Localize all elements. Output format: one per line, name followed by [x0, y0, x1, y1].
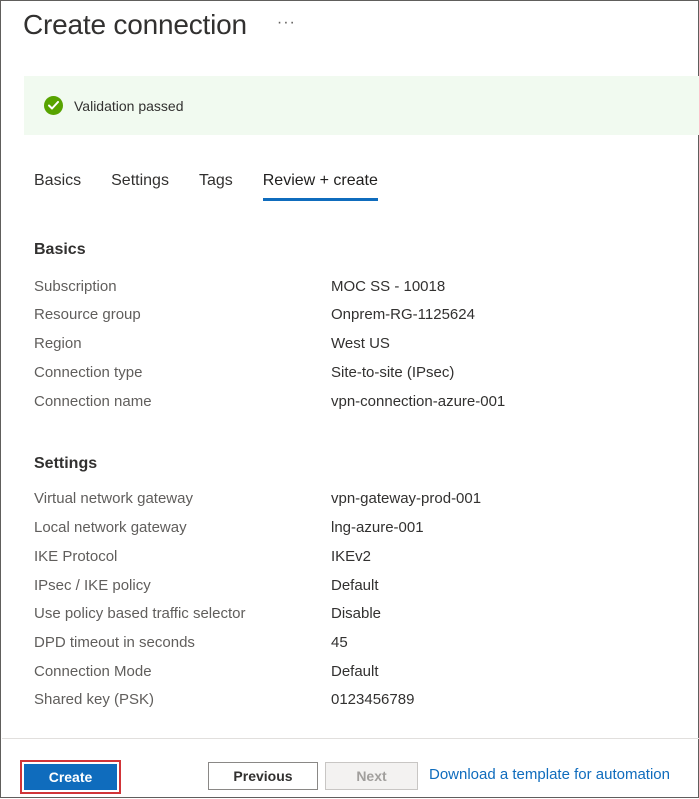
row-value: Default	[331, 663, 379, 680]
row-label: Shared key (PSK)	[34, 691, 155, 708]
row-value: vpn-connection-azure-001	[331, 393, 506, 410]
row-value: Default	[331, 577, 379, 594]
summary-row-local-network-gateway: Local network gateway lng-azure-001	[34, 519, 674, 541]
row-label: IPsec / IKE policy	[34, 577, 151, 594]
tab-settings[interactable]: Settings	[111, 172, 169, 201]
row-value: Site-to-site (IPsec)	[331, 364, 455, 381]
row-value: MOC SS - 10018	[331, 278, 446, 295]
row-value: 45	[331, 634, 348, 651]
row-label: IKE Protocol	[34, 548, 118, 565]
summary-row-connection-type: Connection type Site-to-site (IPsec)	[34, 364, 674, 386]
summary-row-ipsec-ike-policy: IPsec / IKE policy Default	[34, 577, 674, 599]
row-value: lng-azure-001	[331, 519, 424, 536]
create-connection-panel: Create connection ··· Validation passed …	[0, 0, 699, 798]
row-label: Resource group	[34, 306, 141, 323]
row-value: vpn-gateway-prod-001	[331, 490, 482, 507]
row-label: Connection Mode	[34, 663, 152, 680]
summary-row-policy-based-selector: Use policy based traffic selector Disabl…	[34, 605, 674, 627]
row-label: Subscription	[34, 278, 117, 295]
row-label: Connection type	[34, 364, 143, 381]
summary-row-region: Region West US	[34, 335, 674, 357]
page-title: Create connection	[23, 9, 247, 40]
footer-bar: Create Previous Next Download a template…	[1, 739, 699, 799]
more-options-icon[interactable]: ···	[277, 14, 296, 32]
download-template-link[interactable]: Download a template for automation	[429, 766, 670, 783]
summary-row-subscription: Subscription MOC SS - 10018	[34, 278, 674, 300]
summary-row-virtual-network-gateway: Virtual network gateway vpn-gateway-prod…	[34, 490, 674, 512]
summary-row-dpd-timeout: DPD timeout in seconds 45	[34, 634, 674, 656]
row-value: Disable	[331, 605, 382, 622]
create-button-highlight: Create	[20, 760, 121, 794]
validation-banner: Validation passed	[24, 76, 699, 135]
create-button[interactable]: Create	[24, 764, 117, 790]
row-value: IKEv2	[331, 548, 372, 565]
summary-row-connection-mode: Connection Mode Default	[34, 663, 674, 685]
tab-tags[interactable]: Tags	[199, 172, 233, 201]
previous-button[interactable]: Previous	[208, 762, 318, 790]
row-label: Region	[34, 335, 82, 352]
wizard-tabs: Basics Settings Tags Review + create	[34, 172, 408, 201]
basics-section-title: Basics	[34, 241, 86, 258]
row-value: 0123456789	[331, 691, 415, 708]
row-label: Use policy based traffic selector	[34, 605, 246, 622]
summary-row-ike-protocol: IKE Protocol IKEv2	[34, 548, 674, 570]
tab-review-create[interactable]: Review + create	[262, 172, 379, 201]
checkmark-circle-icon	[44, 96, 63, 115]
row-label: Local network gateway	[34, 519, 187, 536]
row-value: Onprem-RG-1125624	[331, 306, 475, 323]
row-label: DPD timeout in seconds	[34, 634, 195, 651]
summary-row-resource-group: Resource group Onprem-RG-1125624	[34, 306, 674, 328]
page-header: Create connection ···	[23, 9, 296, 41]
summary-row-connection-name: Connection name vpn-connection-azure-001	[34, 393, 674, 415]
summary-row-shared-key: Shared key (PSK) 0123456789	[34, 691, 674, 713]
row-label: Connection name	[34, 393, 152, 410]
settings-section-title: Settings	[34, 455, 98, 472]
tab-basics[interactable]: Basics	[34, 172, 81, 201]
row-label: Virtual network gateway	[34, 490, 193, 507]
next-button[interactable]: Next	[325, 762, 418, 790]
row-value: West US	[331, 335, 390, 352]
validation-message: Validation passed	[74, 97, 184, 114]
